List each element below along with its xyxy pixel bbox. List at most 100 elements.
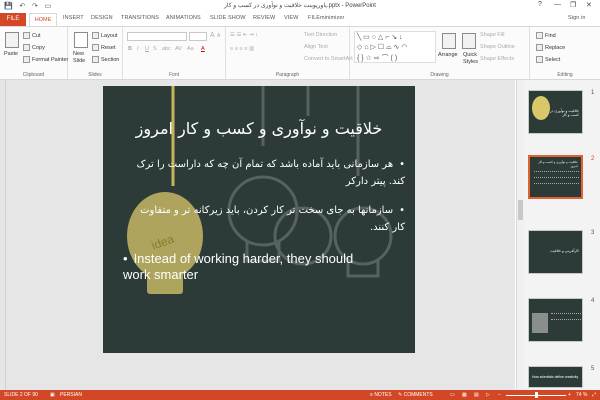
bullet-dot-icon: • [399,159,405,170]
bullet-1-text: هر سازمانی باید آماده باشد که تمام آن چه… [136,159,405,187]
brush-icon [23,56,30,63]
new-slide-button-line2[interactable]: Slide [73,58,85,64]
restore-button[interactable]: ❐ [570,1,576,9]
help-button[interactable]: ? [538,1,542,8]
comments-button[interactable]: ✎ COMMENTS [398,392,433,398]
underline-button[interactable]: U [145,46,149,52]
cut-button[interactable]: Cut [23,32,41,39]
minimize-button[interactable]: — [554,1,561,8]
sign-in-link[interactable]: Sign in [568,15,586,21]
slide-canvas[interactable]: idea خلاقیت و نوآوری و کسب و کار امروز •… [103,86,415,353]
bullets-icon[interactable]: ☰ ☰ ⇤ ⇥ ↕ [230,32,258,38]
format-painter-button[interactable]: Format Painter [23,56,68,63]
thumbnail-slide-1[interactable]: خلاقیت و نوآوری در کسب و کار [528,90,583,134]
text-direction-button[interactable]: Text Direction [304,32,337,38]
bullet-2[interactable]: •سازمانها به جای سخت تر کار کردن، باید ز… [135,202,405,236]
quick-styles-icon[interactable] [462,33,476,49]
shape-effects-button[interactable]: Shape Effects [480,56,514,62]
bullet-3-text: Instead of working harder, they should w… [123,251,354,282]
bullet-3[interactable]: • Instead of working harder, they should … [123,251,363,283]
slide-sorter-icon[interactable]: ▦ [462,392,467,398]
font-size-combo[interactable] [189,32,207,41]
tab-design[interactable]: DESIGN [91,15,113,21]
slides-label: Slides [88,72,102,78]
shape-outline-button[interactable]: Shape Outline [480,44,515,50]
char-spacing-button[interactable]: AV [175,46,182,52]
fit-slide-icon[interactable]: ⤢ [592,392,596,398]
zoom-out-button[interactable]: − [498,392,501,398]
shapes-row-2-icon: ◇ ⌂ ▷ ☐ ⌓ ∿ ◠ [357,44,408,51]
paste-button[interactable]: Paste [4,51,18,57]
drawing-label: Drawing [430,72,449,78]
thumbnail-3-text: کارآفرینی و خلاقیت [550,249,579,253]
italic-button[interactable]: I [137,46,139,52]
new-slide-button[interactable]: New [73,51,84,57]
thumb-line [534,183,579,184]
status-bar: SLIDE 2 OF 90 ▣ PERSIAN ≡ NOTES ✎ COMMEN… [0,390,600,400]
font-label: Font [168,72,179,78]
shapes-gallery[interactable]: ╲ ▭ ○ △ ⌐ ↘ ↓ ◇ ⌂ ▷ ☐ ⌓ ∿ ◠ { } ☆ ⇨ ⌒ ( … [354,31,436,63]
tab-review[interactable]: REVIEW [253,15,275,21]
tab-file[interactable]: FILE [0,13,26,26]
copy-button[interactable]: Copy [23,44,45,51]
font-name-combo[interactable] [127,32,187,41]
thumbnail-slide-2[interactable]: خلاقیت و نوآوری و کسب و کار امروز [528,155,583,199]
alignment-icons[interactable]: ≡ ≡ ≡ ≡ ▥ [230,46,254,52]
layout-button[interactable]: Layout [92,32,118,39]
new-slide-icon[interactable] [74,32,88,48]
paste-icon[interactable] [5,32,19,48]
proofing-icon[interactable]: ▣ [50,392,55,398]
left-pane-collapsed[interactable] [0,80,6,390]
close-button[interactable]: ✕ [586,1,592,9]
shape-fill-button[interactable]: Shape Fill [480,32,504,38]
align-text-button[interactable]: Align Text [304,44,328,50]
tab-transitions[interactable]: TRANSITIONS [121,15,159,21]
replace-button[interactable]: Replace [536,44,565,51]
thumbnail-slide-4[interactable] [528,298,583,342]
slideshow-icon[interactable]: ▷ [486,392,490,398]
thumbnail-5-text: How scientists define creativity [532,375,579,379]
tab-insert[interactable]: INSERT [63,15,84,21]
quick-styles-button[interactable]: Quick [463,52,477,58]
thumbnail-2-number: 2 [591,156,595,162]
normal-view-icon[interactable]: ▭ [450,392,455,398]
vertical-scrollbar[interactable] [516,80,524,390]
grow-font-icon[interactable]: A [210,32,215,39]
thumbnail-slide-5[interactable]: How scientists define creativity [528,366,583,388]
thumb-line [534,177,579,178]
zoom-slider-thumb[interactable] [535,392,538,398]
arrange-button[interactable]: Arrange [438,52,458,58]
tab-fileminimizer[interactable]: FILEminimizer [308,15,344,21]
thumb-line [534,171,579,172]
shapes-row-1-icon: ╲ ▭ ○ △ ⌐ ↘ ↓ [357,34,403,41]
zoom-level[interactable]: 74 % [576,392,587,398]
tab-home[interactable]: HOME [29,13,57,26]
reset-button[interactable]: Reset [92,44,115,51]
change-case-button[interactable]: Aa [187,46,194,52]
font-color-button[interactable]: A [201,46,205,52]
tab-view[interactable]: VIEW [284,15,298,21]
language-indicator[interactable]: PERSIAN [60,392,82,398]
strikethrough-button[interactable]: S [153,46,157,52]
zoom-in-button[interactable]: + [568,392,571,398]
notes-button[interactable]: ≡ NOTES [370,392,392,398]
tab-animations[interactable]: ANIMATIONS [166,15,201,21]
editing-label: Editing [557,72,573,78]
convert-smartart-button[interactable]: Convert to SmartArt [304,56,353,62]
section-button[interactable]: Section [92,56,119,63]
thumbnail-slide-3[interactable]: کارآفرینی و خلاقیت [528,230,583,274]
quick-styles-button-line2[interactable]: Styles [463,59,478,65]
slide-title[interactable]: خلاقیت و نوآوری و کسب و کار امروز [103,119,415,138]
thumb-photo-icon [532,313,548,333]
select-button[interactable]: Select [536,56,560,63]
bullet-1[interactable]: •هر سازمانی باید آماده باشد که تمام آن چ… [135,156,405,190]
reading-view-icon[interactable]: ▤ [474,392,479,398]
shrink-font-icon[interactable]: A [217,33,220,39]
tab-slide-show[interactable]: SLIDE SHOW [210,15,246,21]
shadow-button[interactable]: abc [162,46,171,52]
arrange-icon[interactable] [442,33,456,49]
bold-button[interactable]: B [128,46,132,52]
thumbnail-3-number: 3 [591,230,595,236]
find-button[interactable]: Find [536,32,556,39]
scrollbar-thumb[interactable] [518,200,523,220]
